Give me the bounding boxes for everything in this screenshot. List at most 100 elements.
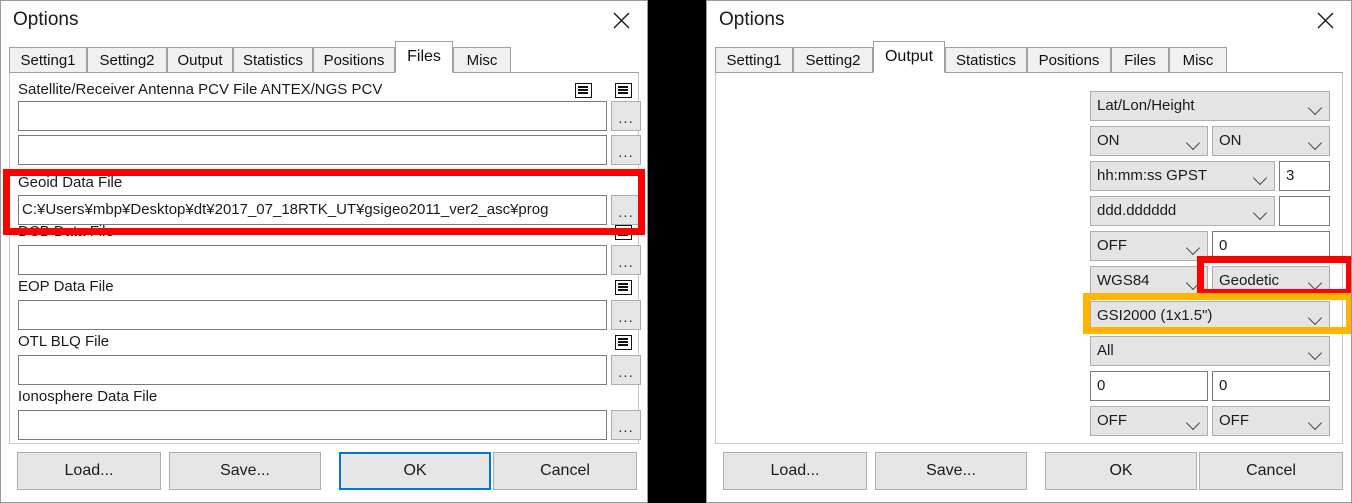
tab-positions[interactable]: Positions	[1027, 47, 1111, 73]
time-format-select[interactable]: hh:mm:ss GPST	[1090, 161, 1275, 191]
row-geoid-model: Geoid Model GSI2000 (1x1.5")	[716, 301, 1342, 331]
row-latlon-format: Latitude Longitude Format / Field Separa…	[716, 196, 1342, 226]
row-solution-status: Output Solution Status / Output Debug Tr…	[716, 406, 1342, 436]
output-processing-options-select[interactable]: ON	[1212, 126, 1330, 156]
ionosphere-data-file-browse-button[interactable]: ...	[611, 410, 641, 440]
tab-setting1[interactable]: Setting1	[9, 47, 87, 73]
antenna-sat-list-icon[interactable]	[575, 83, 592, 98]
tab-statistics[interactable]: Statistics	[945, 47, 1027, 73]
eop-data-file-input[interactable]	[18, 300, 607, 330]
tab-output[interactable]: Output	[167, 47, 233, 73]
ionosphere-data-file-label: Ionosphere Data File	[18, 388, 158, 405]
row-output-header: Output Header / Output Processing Option…	[716, 126, 1342, 156]
time-decimals-input[interactable]: 3	[1279, 161, 1330, 191]
close-icon[interactable]	[1303, 3, 1347, 37]
chevron-down-icon	[1307, 415, 1323, 431]
dcb-list-icon[interactable]	[615, 225, 632, 240]
output-solution-status-select[interactable]: OFF	[1090, 406, 1208, 436]
otl-list-icon[interactable]	[615, 335, 632, 350]
solution-format-select[interactable]: Lat/Lon/Height	[1090, 91, 1330, 121]
chevron-down-icon	[1185, 240, 1201, 256]
chevron-down-icon	[1185, 135, 1201, 151]
save-button[interactable]: Save...	[169, 452, 321, 490]
dcb-data-file-label: DCB Data File	[18, 223, 114, 240]
chevron-down-icon	[1307, 100, 1323, 116]
files-panel: Satellite/Receiver Antenna PCV File ANTE…	[9, 73, 641, 444]
latlon-format-select[interactable]: ddd.dddddd	[1090, 196, 1275, 226]
chevron-down-icon	[1252, 205, 1268, 221]
otl-blq-file-input[interactable]	[18, 355, 607, 385]
titlebar: Options	[1, 1, 647, 41]
output-header-select[interactable]: ON	[1090, 126, 1208, 156]
options-window-files: Options Setting1 Setting2 Output Statist…	[0, 0, 648, 503]
window-title: Options	[719, 9, 785, 30]
chevron-down-icon	[1252, 170, 1268, 186]
chevron-down-icon	[1307, 310, 1323, 326]
window-title: Options	[13, 9, 79, 30]
cancel-button[interactable]: Cancel	[1199, 452, 1343, 490]
options-window-output: Options Setting1 Setting2 Output Statist…	[706, 0, 1352, 503]
antenna-pcv-label: Satellite/Receiver Antenna PCV File ANTE…	[18, 81, 383, 98]
output-debug-trace-select[interactable]: OFF	[1212, 406, 1330, 436]
tab-files[interactable]: Files	[395, 41, 453, 73]
antenna-sat-pcv-browse-button[interactable]: ...	[611, 101, 641, 131]
load-button[interactable]: Load...	[723, 452, 867, 490]
geoid-data-file-input[interactable]: C:¥Users¥mbp¥Desktop¥dt¥2017_07_18RTK_UT…	[18, 195, 607, 225]
antenna-rcv-list-icon[interactable]	[615, 83, 632, 98]
geoid-model-select[interactable]: GSI2000 (1x1.5")	[1090, 301, 1330, 331]
dcb-data-file-browse-button[interactable]: ...	[611, 245, 641, 275]
cancel-button[interactable]: Cancel	[493, 452, 637, 490]
dcb-data-file-input[interactable]	[18, 245, 607, 275]
tab-statistics[interactable]: Statistics	[233, 47, 313, 73]
dialog-footer-output: Load... Save... OK Cancel	[715, 450, 1343, 494]
close-icon[interactable]	[599, 3, 643, 37]
tab-positions[interactable]: Positions	[313, 47, 395, 73]
tabstrip-files: Setting1 Setting2 Output Statistics Posi…	[9, 41, 639, 73]
antenna-rcv-pcv-browse-button[interactable]: ...	[611, 135, 641, 165]
chevron-down-icon	[1185, 415, 1201, 431]
tab-output[interactable]: Output	[873, 41, 945, 73]
eop-data-file-label: EOP Data File	[18, 278, 114, 295]
row-static-mode: Solution for Static Mode All	[716, 336, 1342, 366]
geoid-data-file-browse-button[interactable]: ...	[611, 195, 641, 225]
eop-list-icon[interactable]	[615, 280, 632, 295]
output-single-select[interactable]: OFF	[1090, 231, 1208, 261]
tab-misc[interactable]: Misc	[1169, 47, 1227, 73]
tab-files[interactable]: Files	[1111, 47, 1169, 73]
field-separator-input[interactable]	[1279, 196, 1330, 226]
geoid-data-file-label: Geoid Data File	[18, 174, 123, 191]
row-nmea-interval: NMEA Interval (s) RMC/GGA, GSA/GSV 0 0	[716, 371, 1342, 401]
chevron-down-icon	[1307, 135, 1323, 151]
output-panel: Solution Format Lat/Lon/Height Output He…	[715, 73, 1343, 444]
antenna-rcv-pcv-input[interactable]	[18, 135, 607, 165]
ionosphere-data-file-input[interactable]	[18, 410, 607, 440]
nmea-gsa-gsv-input[interactable]: 0	[1212, 371, 1330, 401]
nmea-rmc-gga-input[interactable]: 0	[1090, 371, 1208, 401]
chevron-down-icon	[1307, 275, 1323, 291]
antenna-sat-pcv-input[interactable]	[18, 101, 607, 131]
height-select[interactable]: Geodetic	[1212, 266, 1330, 296]
row-output-single: Output Single if Sol Outage / Max Sol St…	[716, 231, 1342, 261]
dialog-footer-files: Load... Save... OK Cancel	[9, 450, 639, 494]
titlebar: Options	[707, 1, 1351, 41]
ok-button[interactable]: OK	[339, 452, 491, 490]
tab-setting2[interactable]: Setting2	[87, 47, 167, 73]
row-time-format: Time Format / # of Decimals hh:mm:ss GPS…	[716, 161, 1342, 191]
row-solution-format: Solution Format Lat/Lon/Height	[716, 91, 1342, 121]
chevron-down-icon	[1185, 275, 1201, 291]
tab-misc[interactable]: Misc	[453, 47, 511, 73]
load-button[interactable]: Load...	[17, 452, 161, 490]
datum-select[interactable]: WGS84	[1090, 266, 1208, 296]
eop-data-file-browse-button[interactable]: ...	[611, 300, 641, 330]
max-sol-std-input[interactable]: 0	[1212, 231, 1330, 261]
otl-blq-file-label: OTL BLQ File	[18, 333, 110, 350]
save-button[interactable]: Save...	[875, 452, 1027, 490]
tab-setting2[interactable]: Setting2	[793, 47, 873, 73]
row-datum-height: Datum / Height WGS84 Geodetic	[716, 266, 1342, 296]
tabstrip-output: Setting1 Setting2 Output Statistics Posi…	[715, 41, 1343, 73]
ok-button[interactable]: OK	[1045, 452, 1197, 490]
tab-setting1[interactable]: Setting1	[715, 47, 793, 73]
static-mode-select[interactable]: All	[1090, 336, 1330, 366]
chevron-down-icon	[1307, 345, 1323, 361]
otl-blq-file-browse-button[interactable]: ...	[611, 355, 641, 385]
